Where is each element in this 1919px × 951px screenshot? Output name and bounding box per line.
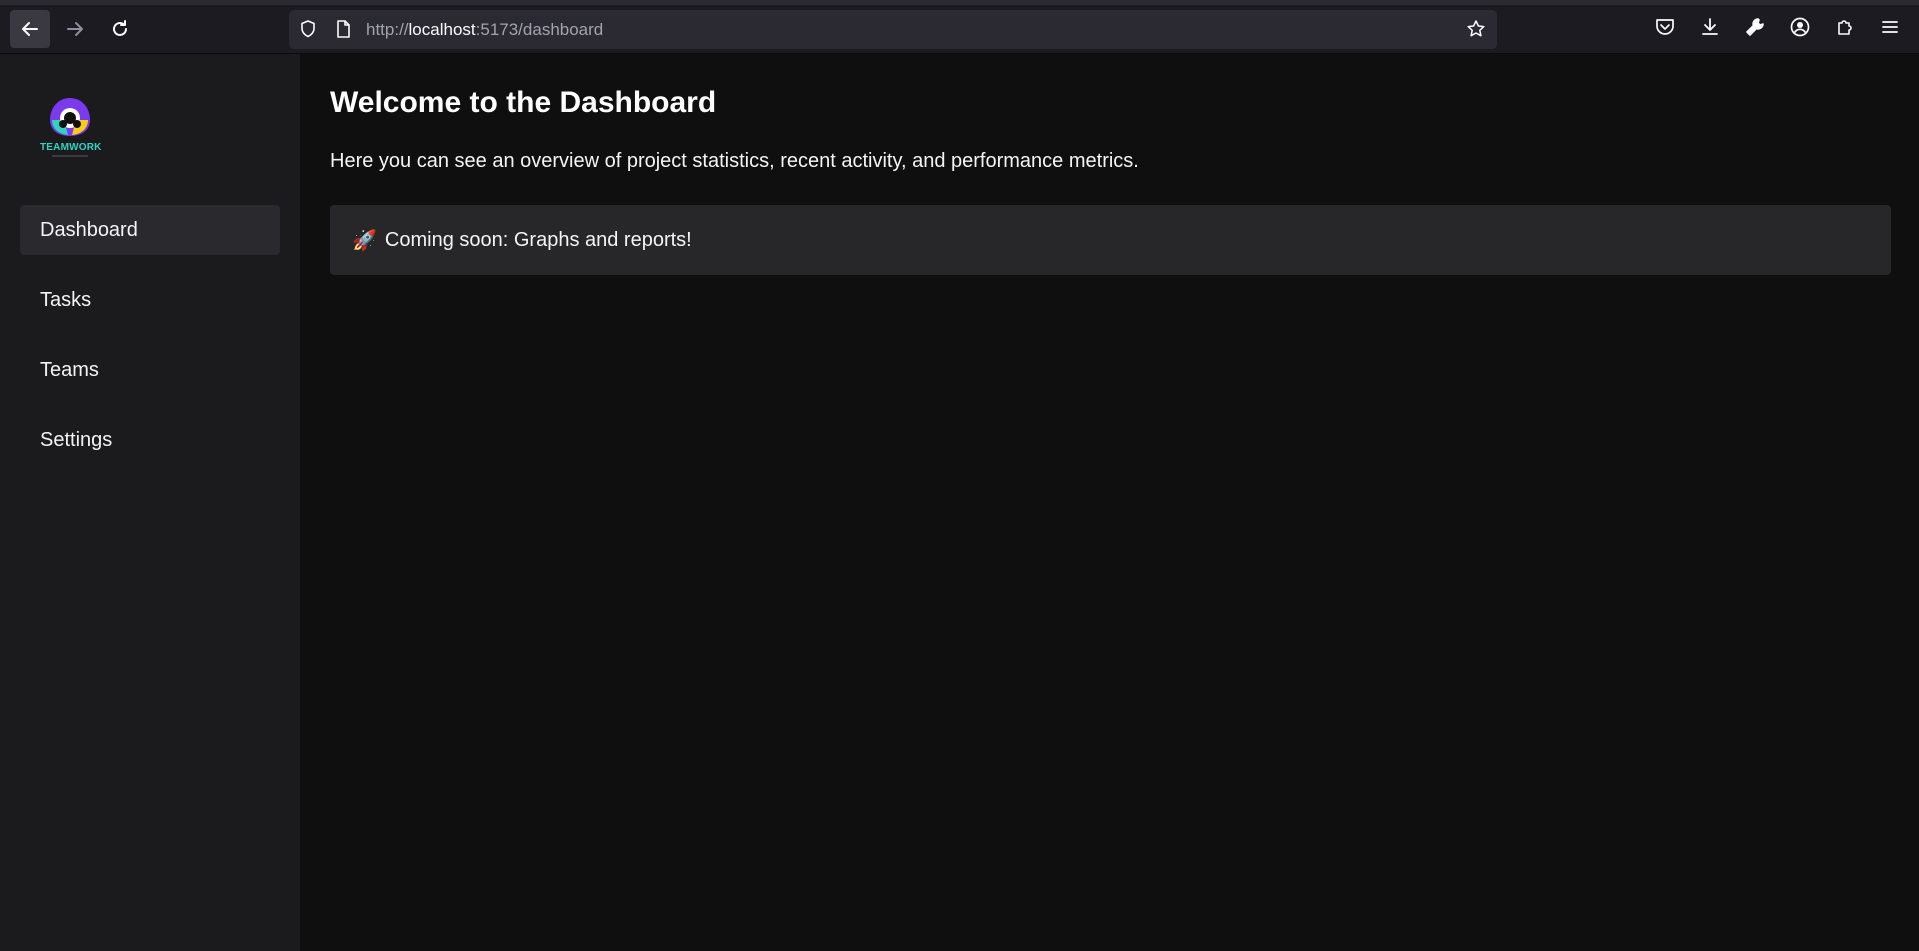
forward-button[interactable] bbox=[55, 10, 95, 48]
notice-text: Coming soon: Graphs and reports! bbox=[384, 228, 692, 251]
menu-icon bbox=[1882, 21, 1898, 33]
teamwork-logo-icon bbox=[50, 98, 90, 136]
account-button[interactable] bbox=[1788, 15, 1812, 39]
pocket-icon bbox=[1656, 19, 1674, 35]
back-button[interactable] bbox=[10, 10, 50, 48]
app-menu-button[interactable] bbox=[1878, 15, 1902, 39]
coming-soon-notice: 🚀 Coming soon: Graphs and reports! bbox=[330, 205, 1891, 275]
sidebar-nav: Dashboard Tasks Teams Settings bbox=[20, 205, 280, 485]
pocket-button[interactable] bbox=[1653, 15, 1677, 39]
url-text[interactable]: http://localhost:5173/dashboard bbox=[366, 10, 603, 49]
logo-wordmark: TEAMWORK bbox=[40, 142, 102, 153]
download-icon bbox=[1702, 18, 1718, 35]
sidebar-item-dashboard[interactable]: Dashboard bbox=[20, 205, 280, 255]
wrench-icon bbox=[1746, 18, 1764, 36]
downloads-button[interactable] bbox=[1698, 15, 1722, 39]
page-description: Here you can see an overview of project … bbox=[330, 150, 1139, 172]
page-title: Welcome to the Dashboard bbox=[330, 86, 717, 119]
star-icon[interactable] bbox=[1466, 19, 1486, 39]
extensions-button[interactable] bbox=[1833, 15, 1857, 39]
rocket-icon: 🚀 bbox=[352, 229, 377, 252]
browser-toolbar: http://localhost:5173/dashboard bbox=[0, 0, 1919, 54]
extensions-icon bbox=[1838, 20, 1852, 35]
shield-icon[interactable] bbox=[298, 19, 318, 39]
sidebar-item-tasks[interactable]: Tasks bbox=[20, 275, 280, 325]
sidebar-item-teams[interactable]: Teams bbox=[20, 345, 280, 395]
sidebar-item-settings[interactable]: Settings bbox=[20, 415, 280, 465]
back-arrow-icon bbox=[22, 22, 38, 36]
sidebar: TEAMWORK Dashboard Tasks Teams Settings bbox=[0, 54, 300, 951]
reload-icon bbox=[113, 20, 127, 36]
teamwork-logo[interactable]: TEAMWORK bbox=[40, 94, 102, 157]
logo-tagline bbox=[52, 155, 88, 157]
account-icon bbox=[1790, 17, 1810, 37]
page-icon[interactable] bbox=[333, 19, 353, 39]
forward-arrow-icon bbox=[67, 22, 83, 36]
reload-button[interactable] bbox=[100, 10, 140, 48]
devtools-button[interactable] bbox=[1743, 15, 1767, 39]
url-bar[interactable]: http://localhost:5173/dashboard bbox=[289, 10, 1497, 49]
tab-strip-edge bbox=[0, 0, 1919, 5]
